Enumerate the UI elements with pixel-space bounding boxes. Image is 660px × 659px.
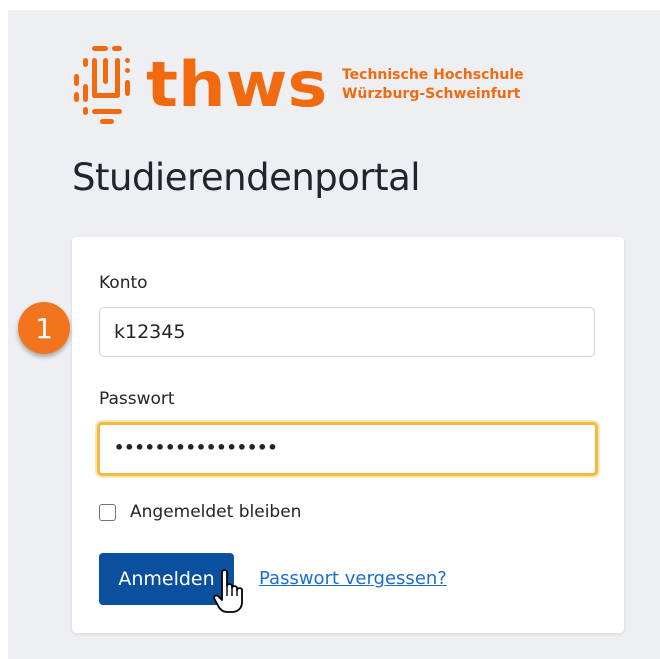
logo-subtitle-line-1: Technische Hochschule <box>341 67 524 83</box>
password-label: Passwort <box>99 389 175 409</box>
remember-me-row[interactable]: Angemeldet bleiben <box>99 502 301 522</box>
remember-me-checkbox[interactable] <box>99 503 116 521</box>
logo-subtitle-line-2: Würzburg-Schweinfurt <box>341 86 521 102</box>
hand-pointer-icon <box>213 569 243 613</box>
account-input[interactable]: k12345 <box>99 307 595 357</box>
account-label: Konto <box>99 273 148 293</box>
remember-me-label[interactable]: Angemeldet bleiben <box>130 502 301 522</box>
step-badge: 1 <box>18 302 70 354</box>
password-masked-value: •••••••••••••••• <box>114 438 278 457</box>
logo-wordmark: thws <box>146 48 328 121</box>
logo-subtitle: Technische Hochschule Würzburg-Schweinfu… <box>342 66 524 104</box>
thws-logo-icon <box>74 46 130 124</box>
thws-logo: thws Technische Hochschule Würzburg-Schw… <box>72 40 524 130</box>
password-input[interactable]: •••••••••••••••• <box>97 422 598 476</box>
forgot-password-link[interactable]: Passwort vergessen? <box>259 568 447 589</box>
login-card: Konto k12345 Passwort •••••••••••••••• A… <box>72 237 624 633</box>
page-title: Studierendenportal <box>72 156 421 199</box>
